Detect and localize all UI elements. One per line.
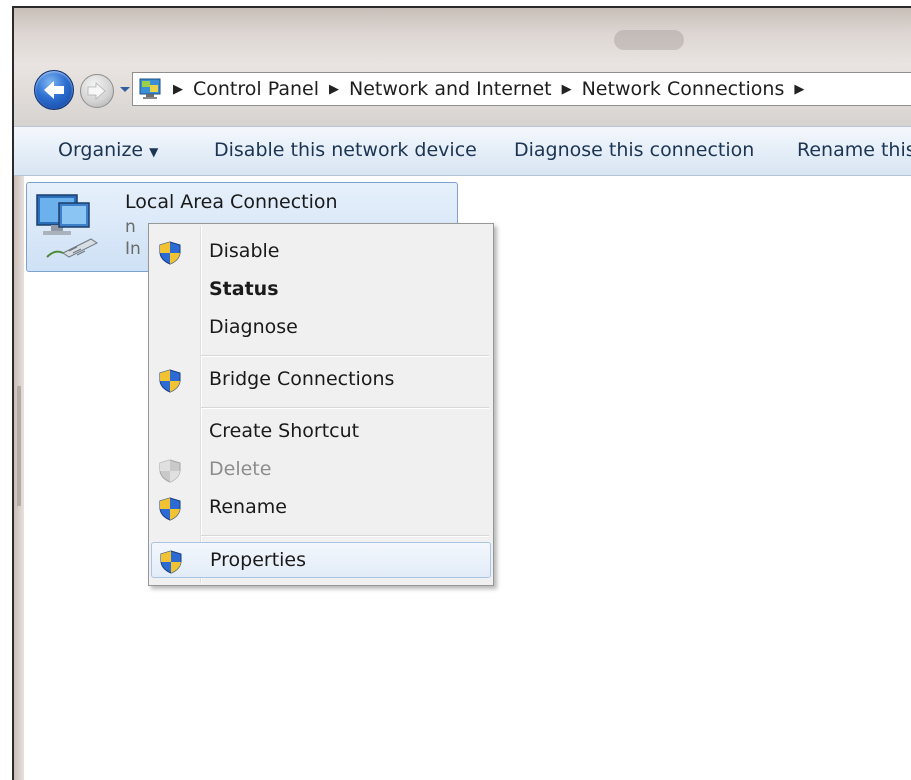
menu-item-label: Delete [209,458,272,480]
network-adapter-icon [36,194,98,258]
menu-item-label: Bridge Connections [209,368,395,390]
menu-separator [201,355,489,357]
menu-item-label: Disable [209,240,280,262]
menu-item-rename[interactable]: Rename [151,490,491,526]
menu-item-status[interactable]: Status [151,272,491,308]
disable-device-button[interactable]: Disable this network device [214,139,477,161]
menu-item-disable[interactable]: Disable [151,234,491,270]
uac-shield-icon [160,550,182,574]
uac-shield-icon [159,497,181,521]
menu-item-label: Rename [209,496,287,518]
address-bar[interactable]: ▶ Control Panel ▶ Network and Internet ▶… [132,72,911,106]
connection-name: Local Area Connection [125,191,338,213]
breadcrumb-control-panel[interactable]: Control Panel ▶ [193,78,349,100]
rename-connection-button[interactable]: Rename this [797,139,911,161]
forward-arrow-icon [87,82,106,100]
back-button[interactable] [34,70,74,110]
menu-item-label: Status [209,278,279,300]
breadcrumb-sep-icon[interactable]: ▶ [794,82,804,97]
menu-item-delete: Delete [151,452,491,488]
connection-adapter-partial: In [125,239,141,259]
window-frame-left [14,126,24,780]
glass-reflection [614,30,684,50]
breadcrumb-label: Control Panel [193,78,319,100]
forward-button[interactable] [80,74,114,108]
recent-pages-chevron-icon[interactable] [118,82,132,96]
breadcrumb-network-internet[interactable]: Network and Internet ▶ [349,78,582,100]
menu-item-create-shortcut[interactable]: Create Shortcut [151,414,491,450]
breadcrumb-root-sep[interactable]: ▶ [169,82,193,97]
command-bar: Organize ▼ Disable this network device Di… [14,126,911,176]
diagnose-connection-button[interactable]: Diagnose this connection [514,139,754,161]
menu-item-bridge-connections[interactable]: Bridge Connections [151,362,491,398]
breadcrumb-label: Network and Internet [348,78,552,100]
uac-shield-disabled-icon [159,459,181,483]
title-glass [14,8,911,126]
context-menu: Disable Status Diagnose Bridge Connectio… [148,223,494,586]
menu-item-label: Properties [210,549,307,571]
organize-label: Organize [58,139,144,161]
uac-shield-icon [159,369,181,393]
breadcrumb-label: Network Connections [581,78,785,100]
breadcrumb-network-connections[interactable]: Network Connections ▶ [582,78,815,100]
menu-separator [201,407,489,409]
uac-shield-icon [159,241,181,265]
connection-network-partial: n [125,217,136,237]
menu-item-properties[interactable]: Properties [151,542,491,578]
menu-separator [201,535,489,537]
breadcrumb-sep-icon[interactable]: ▶ [562,82,572,97]
back-arrow-icon [44,81,64,99]
chevron-down-icon: ▼ [149,145,159,159]
control-panel-icon [139,78,161,99]
organize-menu-button[interactable]: Organize ▼ [58,139,158,161]
menu-item-label: Create Shortcut [209,420,360,442]
menu-item-diagnose[interactable]: Diagnose [151,310,491,346]
menu-item-label: Diagnose [209,316,298,338]
breadcrumb-sep-icon[interactable]: ▶ [329,82,339,97]
